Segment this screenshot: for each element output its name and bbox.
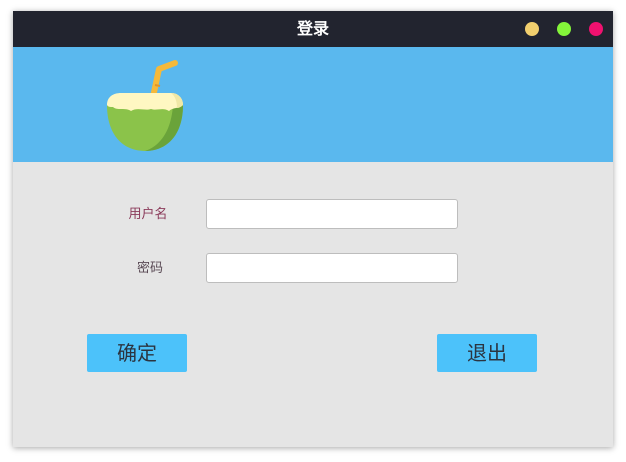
maximize-button[interactable] [557,22,571,36]
username-label: 用户名 [128,207,168,222]
exit-button[interactable]: 退出 [437,334,537,372]
title-bar[interactable]: 登录 [13,11,613,47]
confirm-button[interactable]: 确定 [87,334,187,372]
minimize-button[interactable] [525,22,539,36]
login-window: 登录 [13,11,613,447]
username-input[interactable] [206,199,458,229]
password-label: 密码 [136,261,163,276]
close-button[interactable] [589,22,603,36]
password-input[interactable] [206,253,458,283]
window-title: 登录 [296,19,329,38]
header-banner [13,47,613,162]
coconut-icon [107,60,183,151]
